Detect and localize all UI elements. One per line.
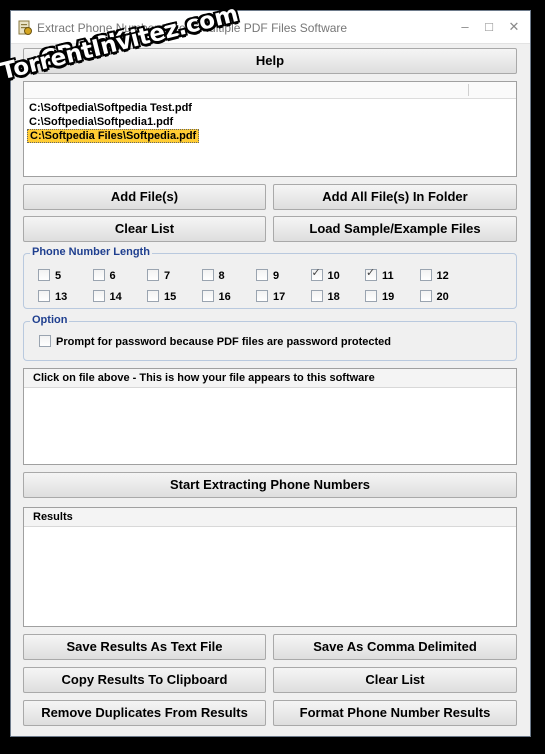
app-icon [18,20,32,35]
length-checkbox-11[interactable]: 11 [365,267,394,283]
length-checkbox-label: 8 [218,270,225,282]
length-checkbox-19[interactable]: 19 [365,290,394,304]
length-checkbox-10[interactable]: 10 [310,267,340,283]
maximize-icon[interactable]: □ [478,16,500,38]
file-list-item[interactable]: C:\Softpedia Files\Softpedia.pdf [27,129,200,143]
length-checkbox-5[interactable]: 5 [38,269,61,283]
preview-header: Click on file above - This is how your f… [24,369,516,388]
clear-results-button[interactable]: Clear List [273,667,517,693]
length-checkbox-label: 19 [382,291,395,303]
add-all-folder-button[interactable]: Add All File(s) In Folder [273,184,517,210]
length-checkbox-15[interactable]: 15 [147,290,176,304]
checkbox-box[interactable] [39,335,51,347]
checkbox-box[interactable] [310,267,323,281]
length-checkbox-12[interactable]: 12 [419,269,449,283]
checkbox-box[interactable] [256,290,268,302]
clear-list-button[interactable]: Clear List [23,216,266,242]
checkbox-box[interactable] [365,267,377,281]
length-checkbox-label: 12 [436,270,449,282]
length-checkbox-label: 13 [55,291,68,303]
option-title: Option [30,314,70,326]
checkbox-box[interactable] [419,269,432,281]
checkbox-box[interactable] [92,290,105,302]
file-list-item[interactable]: C:\Softpedia\Softpedia Test.pdf [27,101,194,115]
length-checkbox-label: 17 [273,291,286,303]
checkbox-box[interactable] [201,290,214,302]
add-files-button[interactable]: Add File(s) [23,184,266,210]
start-extracting-button[interactable]: Start Extracting Phone Numbers [23,472,517,498]
length-checkbox-label: 6 [109,270,116,282]
file-list[interactable]: C:\Softpedia\Softpedia Test.pdf C:\Softpe… [23,81,517,177]
results-header: Results [24,508,516,527]
checkbox-box[interactable] [38,269,50,281]
length-checkbox-13[interactable]: 13 [38,290,67,304]
length-checkbox-9[interactable]: 9 [256,269,279,283]
save-comma-button[interactable]: Save As Comma Delimited [273,634,517,660]
option-group: Option Prompt for password because PDF f… [23,314,517,361]
length-checkbox-label: 14 [109,291,122,303]
copy-clipboard-button[interactable]: Copy Results To Clipboard [23,667,266,693]
length-checkbox-label: 7 [164,270,171,282]
length-checkbox-20[interactable]: 20 [419,290,449,304]
prompt-password-checkbox[interactable]: Prompt for password because PDF files ar… [39,335,391,349]
file-list-item[interactable]: C:\Softpedia\Softpedia1.pdf [27,115,175,129]
phone-length-title: Phone Number Length [30,246,152,258]
checkbox-box[interactable] [201,269,214,281]
checkbox-box[interactable] [419,290,432,302]
results-panel[interactable]: Results [23,507,517,627]
prompt-password-label: Prompt for password because PDF files ar… [56,336,391,348]
length-checkbox-label: 5 [55,270,62,282]
length-checkbox-18[interactable]: 18 [310,290,340,304]
length-checkbox-8[interactable]: 8 [201,269,225,283]
length-checkbox-label: 11 [382,270,394,282]
checkbox-box[interactable] [38,290,50,302]
length-checkbox-14[interactable]: 14 [92,290,122,304]
save-text-button[interactable]: Save Results As Text File [23,634,266,660]
length-checkbox-label: 16 [218,291,231,303]
checkbox-box[interactable] [147,269,159,281]
length-checkbox-16[interactable]: 16 [201,290,231,304]
checkbox-box[interactable] [310,290,323,302]
checkbox-box[interactable] [147,290,159,302]
remove-duplicates-button[interactable]: Remove Duplicates From Results [23,700,266,726]
checkbox-box[interactable] [365,290,377,302]
checkbox-box[interactable] [256,269,268,281]
length-checkbox-label: 10 [327,270,340,282]
phone-length-group: Phone Number Length 5 6 7 8 9 10 11 12 13 14 15 16 1… [23,246,517,309]
minimize-icon[interactable]: – [454,16,476,38]
length-checkbox-7[interactable]: 7 [147,269,170,283]
file-list-header [24,82,516,99]
length-checkbox-label: 18 [327,291,340,303]
length-checkbox-label: 9 [273,270,280,282]
length-checkbox-17[interactable]: 17 [256,290,285,304]
checkbox-box[interactable] [92,269,105,281]
format-numbers-button[interactable]: Format Phone Number Results [273,700,517,726]
load-sample-button[interactable]: Load Sample/Example Files [273,216,517,242]
preview-panel: Click on file above - This is how your f… [23,368,517,465]
close-icon[interactable]: ✕ [503,16,525,38]
file-list-header-divider [468,84,469,96]
length-checkbox-6[interactable]: 6 [92,269,116,283]
app-window: Extract Phone Numbers From Multiple PDF … [10,10,531,737]
length-checkbox-label: 20 [436,291,449,303]
length-checkbox-label: 15 [164,291,177,303]
